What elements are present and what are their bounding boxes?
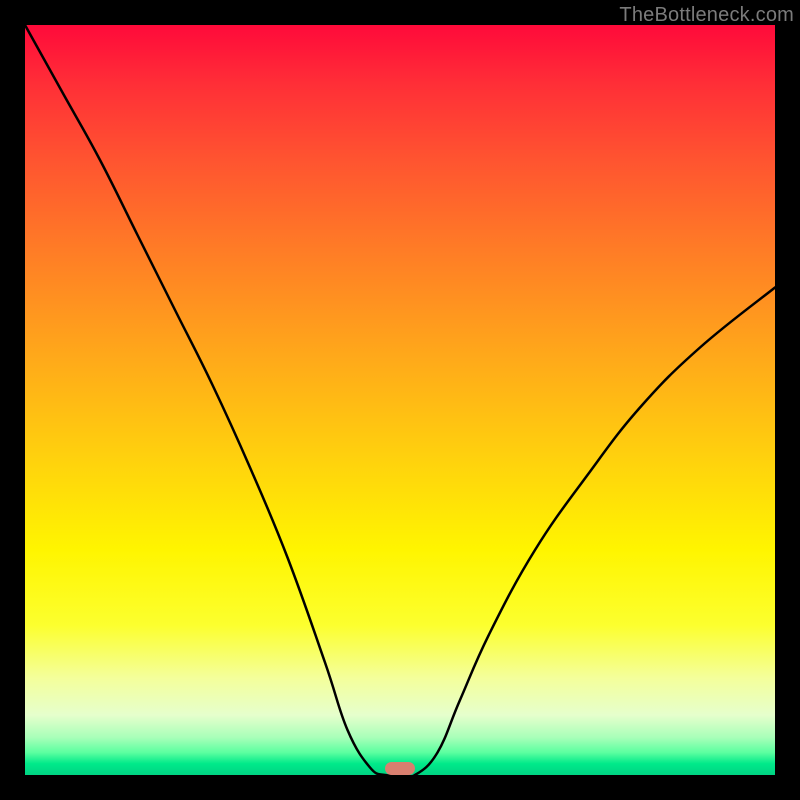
- plot-area: [25, 25, 775, 775]
- chart-container: TheBottleneck.com: [0, 0, 800, 800]
- watermark-text: TheBottleneck.com: [619, 4, 794, 27]
- curve-svg: [25, 25, 775, 775]
- notch-marker: [385, 762, 415, 775]
- bottleneck-curve: [25, 25, 775, 775]
